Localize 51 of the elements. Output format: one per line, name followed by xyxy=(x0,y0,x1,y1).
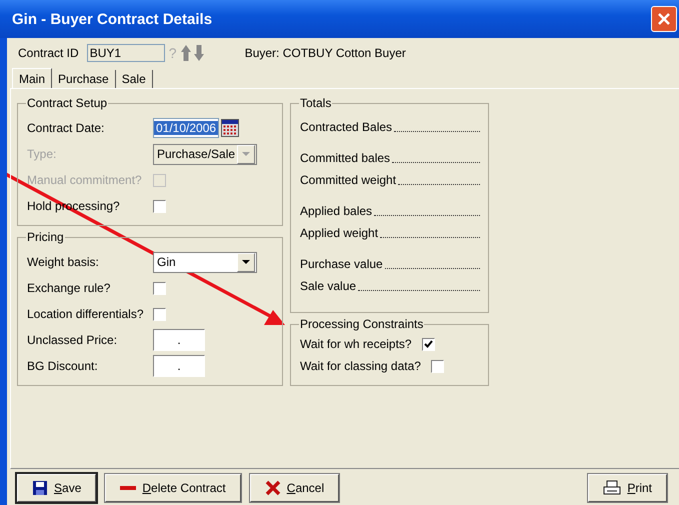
field-label: Unclassed Price: xyxy=(27,333,118,347)
field-label: Contract ID xyxy=(18,46,79,60)
checkbox[interactable] xyxy=(422,338,435,350)
group-title: Contract Setup xyxy=(26,96,108,110)
checkbox[interactable] xyxy=(430,360,444,372)
down-arrow-icon[interactable] xyxy=(192,44,205,62)
tab[interactable]: Purchase xyxy=(52,70,116,88)
input-field[interactable]: . xyxy=(153,355,205,377)
close-icon xyxy=(657,12,671,26)
field-label: Location differentials? xyxy=(27,307,145,321)
total-label: Committed bales xyxy=(300,151,390,165)
total-label: Applied weight xyxy=(300,226,378,240)
print-button[interactable]: Print xyxy=(588,474,667,502)
up-arrow-icon[interactable] xyxy=(180,44,192,62)
total-label: Committed weight xyxy=(300,173,396,187)
group-title: Totals xyxy=(299,96,332,110)
input-field[interactable]: . xyxy=(153,329,205,351)
field-label: Manual commitment? xyxy=(27,173,143,187)
caret-icon xyxy=(242,260,250,264)
group-title: Pricing xyxy=(26,230,65,244)
minus-icon xyxy=(120,485,136,491)
caret-icon xyxy=(242,152,250,156)
checkbox[interactable] xyxy=(153,200,166,212)
window-title: Gin - Buyer Contract Details xyxy=(12,10,212,28)
close-icon xyxy=(264,480,281,496)
calendar-icon[interactable] xyxy=(221,119,240,137)
field-label: BG Discount: xyxy=(27,359,99,373)
total-label: Purchase value xyxy=(300,257,383,271)
buyer-label: Buyer: COTBUY Cotton Buyer xyxy=(244,46,406,60)
printer-icon xyxy=(603,480,622,496)
field-label: Wait for wh receipts? xyxy=(300,337,412,351)
checkbox[interactable] xyxy=(153,308,166,320)
field-label: Contract Date: xyxy=(27,121,106,135)
group-title: Processing Constraints xyxy=(299,317,424,331)
tab[interactable]: Main xyxy=(12,68,52,88)
dropdown[interactable]: Gin xyxy=(153,252,257,272)
save-button[interactable]: Save xyxy=(17,474,96,502)
tab[interactable]: Sale xyxy=(116,70,153,88)
total-label: Applied bales xyxy=(300,204,372,218)
total-label: Sale value xyxy=(300,279,356,293)
contract-id-field[interactable]: BUY1 xyxy=(86,44,165,62)
delete-button[interactable]: Delete Contract xyxy=(105,474,241,502)
total-label: Contracted Bales xyxy=(300,120,392,134)
checkbox[interactable] xyxy=(153,282,166,294)
field-label: Wait for classing data? xyxy=(300,359,421,373)
field-label: Weight basis: xyxy=(27,255,100,269)
cancel-button[interactable]: Cancel xyxy=(250,474,340,502)
field-label: Type: xyxy=(27,147,58,161)
date-field[interactable]: 01/10/2006 xyxy=(153,118,220,138)
field-label: Exchange rule? xyxy=(27,281,112,295)
close-button[interactable] xyxy=(651,6,677,32)
